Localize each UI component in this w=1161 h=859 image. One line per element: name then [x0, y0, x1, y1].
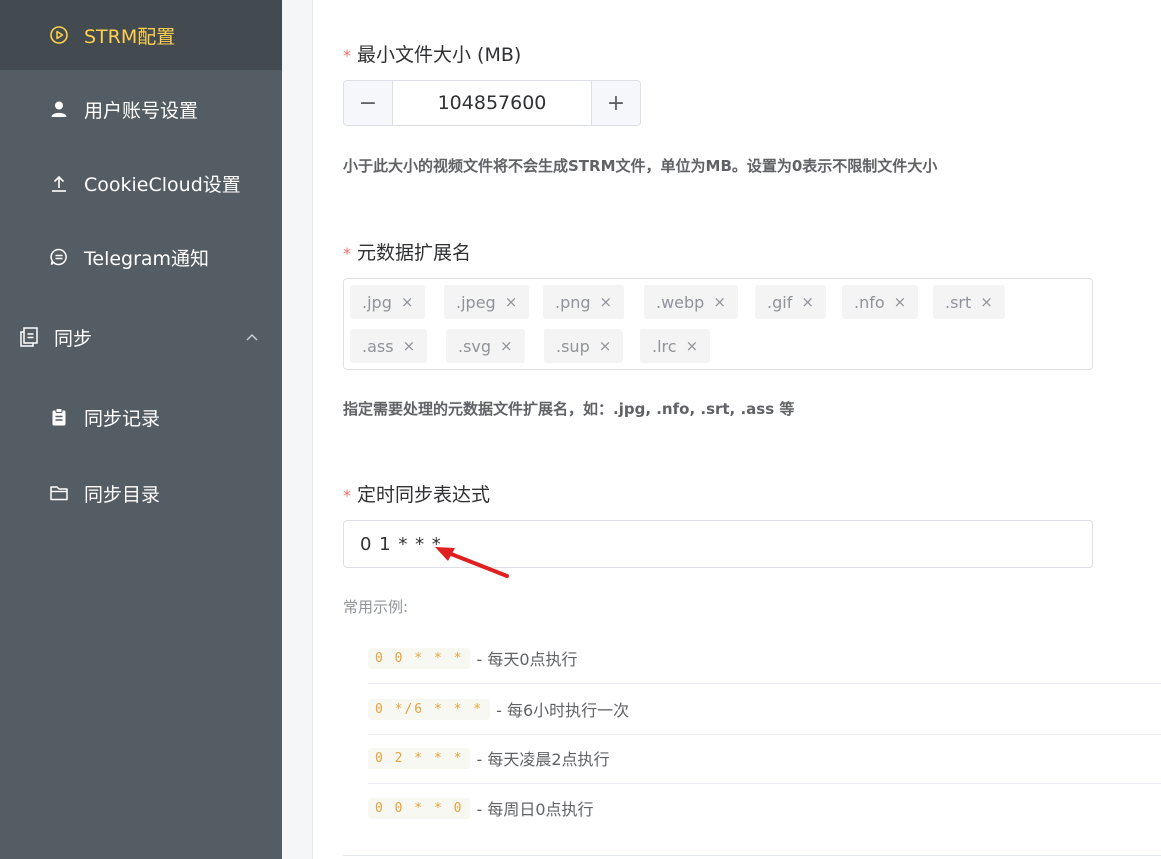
cron-example: 0 0 * * * - 每天0点执行 [368, 633, 1161, 684]
sidebar-item-sync-records[interactable]: 同步记录 [0, 382, 330, 452]
folder-icon [48, 482, 70, 504]
close-icon[interactable]: × [401, 293, 414, 311]
min-size-label-text: 最小文件大小 (MB) [357, 44, 522, 66]
play-circle-icon [48, 24, 70, 46]
sidebar: STRM配置 用户账号设置 CookieCloud设置 Telegram通知 同… [0, 0, 330, 859]
cron-code: 0 0 * * 0 [368, 797, 471, 819]
cron-examples-title: 常用示例: [343, 598, 409, 616]
required-mark: * [343, 486, 351, 505]
tag-label: .jpeg [456, 292, 496, 312]
tag-label: .srt [945, 292, 972, 312]
close-icon[interactable]: × [403, 337, 416, 355]
cron-example-desc: - 每周日0点执行 [476, 800, 594, 819]
clipboard-icon [48, 406, 70, 428]
settings-form: * 最小文件大小 (MB) − 104857600 + 小于此大小的视频文件将不会… [313, 0, 1161, 859]
cron-code: 0 */6 * * * [368, 698, 491, 720]
sidebar-group-label: 同步 [54, 327, 93, 350]
tag-label: .gif [767, 292, 793, 312]
tag-label: .sup [556, 336, 590, 356]
tag-label: .png [555, 292, 591, 312]
tag-lrc: .lrc × [640, 329, 711, 363]
user-icon [48, 98, 70, 120]
tag-jpeg: .jpeg × [444, 285, 530, 319]
tag-label: .jpg [362, 292, 392, 312]
cron-example: 0 0 * * 0 - 每周日0点执行 [368, 783, 1161, 833]
increase-button[interactable]: + [591, 81, 640, 125]
upload-icon [48, 172, 70, 194]
tag-label: .svg [458, 336, 492, 356]
cron-code: 0 0 * * * [368, 647, 471, 669]
tag-jpg: .jpg × [350, 285, 426, 319]
close-icon[interactable]: × [713, 293, 726, 311]
cron-example-desc: - 每6小时执行一次 [496, 701, 630, 720]
min-size-label: * 最小文件大小 (MB) [343, 40, 521, 67]
copy-icon [18, 326, 40, 348]
decrease-button[interactable]: − [344, 81, 393, 125]
tag-gif: .gif × [755, 285, 826, 319]
cron-example: 0 */6 * * * - 每6小时执行一次 [368, 684, 1161, 735]
sidebar-item-label: STRM配置 [84, 25, 176, 48]
chevron-up-icon [246, 330, 258, 345]
tag-sup: .sup × [544, 329, 624, 363]
cron-label-text: 定时同步表达式 [357, 484, 491, 506]
sidebar-item-sync-directory[interactable]: 同步目录 [0, 458, 330, 528]
sidebar-item-strm-config[interactable]: STRM配置 [0, 0, 330, 70]
sidebar-item-label: Telegram通知 [84, 247, 210, 270]
tag-srt: .srt × [933, 285, 1005, 319]
close-icon[interactable]: × [600, 293, 613, 311]
close-icon[interactable]: × [801, 293, 814, 311]
sidebar-group-sync[interactable]: 同步 [0, 302, 300, 372]
close-icon[interactable]: × [894, 293, 907, 311]
sidebar-item-cookiecloud[interactable]: CookieCloud设置 [0, 148, 330, 218]
min-size-stepper: − 104857600 + [343, 80, 641, 126]
tag-webp: .webp × [644, 285, 738, 319]
close-icon[interactable]: × [599, 337, 612, 355]
meta-ext-label-text: 元数据扩展名 [357, 242, 472, 264]
required-mark: * [343, 46, 351, 65]
min-size-input[interactable]: 104857600 [393, 81, 591, 125]
tag-nfo: .nfo × [842, 285, 919, 319]
cron-example: 0 2 * * * - 每天凌晨2点执行 [368, 733, 1161, 784]
tag-label: .nfo [854, 292, 885, 312]
annotation-arrow-icon [435, 547, 509, 578]
sidebar-item-telegram[interactable]: Telegram通知 [0, 222, 330, 292]
min-size-help: 小于此大小的视频文件将不会生成STRM文件，单位为MB。设置为0表示不限制文件大… [343, 157, 938, 175]
sidebar-item-user-account[interactable]: 用户账号设置 [0, 74, 330, 144]
tag-label: .lrc [652, 336, 677, 356]
required-mark: * [343, 244, 351, 263]
sidebar-item-label: 同步目录 [84, 483, 161, 506]
tag-label: .ass [362, 336, 394, 356]
cron-label: * 定时同步表达式 [343, 480, 490, 507]
sidebar-item-label: 同步记录 [84, 407, 161, 430]
tag-svg: .svg × [446, 329, 525, 363]
sidebar-item-label: 用户账号设置 [84, 99, 199, 122]
divider [343, 855, 1161, 856]
close-icon[interactable]: × [500, 337, 513, 355]
content-gutter [282, 0, 314, 859]
tag-label: .webp [656, 292, 705, 312]
meta-ext-help: 指定需要处理的元数据文件扩展名，如：.jpg, .nfo, .srt, .ass… [343, 400, 795, 418]
cron-example-desc: - 每天0点执行 [476, 650, 578, 669]
close-icon[interactable]: × [505, 293, 518, 311]
meta-ext-tag-select[interactable]: .jpg × .jpeg × .png × .webp × .gif × .nfo × .s… [343, 278, 1093, 370]
chat-bubble-icon [48, 246, 70, 268]
tag-png: .png × [543, 285, 625, 319]
sidebar-item-label: CookieCloud设置 [84, 173, 241, 196]
cron-code: 0 2 * * * [368, 747, 471, 769]
close-icon[interactable]: × [980, 293, 993, 311]
close-icon[interactable]: × [686, 337, 699, 355]
cron-example-desc: - 每天凌晨2点执行 [476, 750, 610, 769]
meta-ext-label: * 元数据扩展名 [343, 238, 471, 265]
tag-ass: .ass × [350, 329, 428, 363]
